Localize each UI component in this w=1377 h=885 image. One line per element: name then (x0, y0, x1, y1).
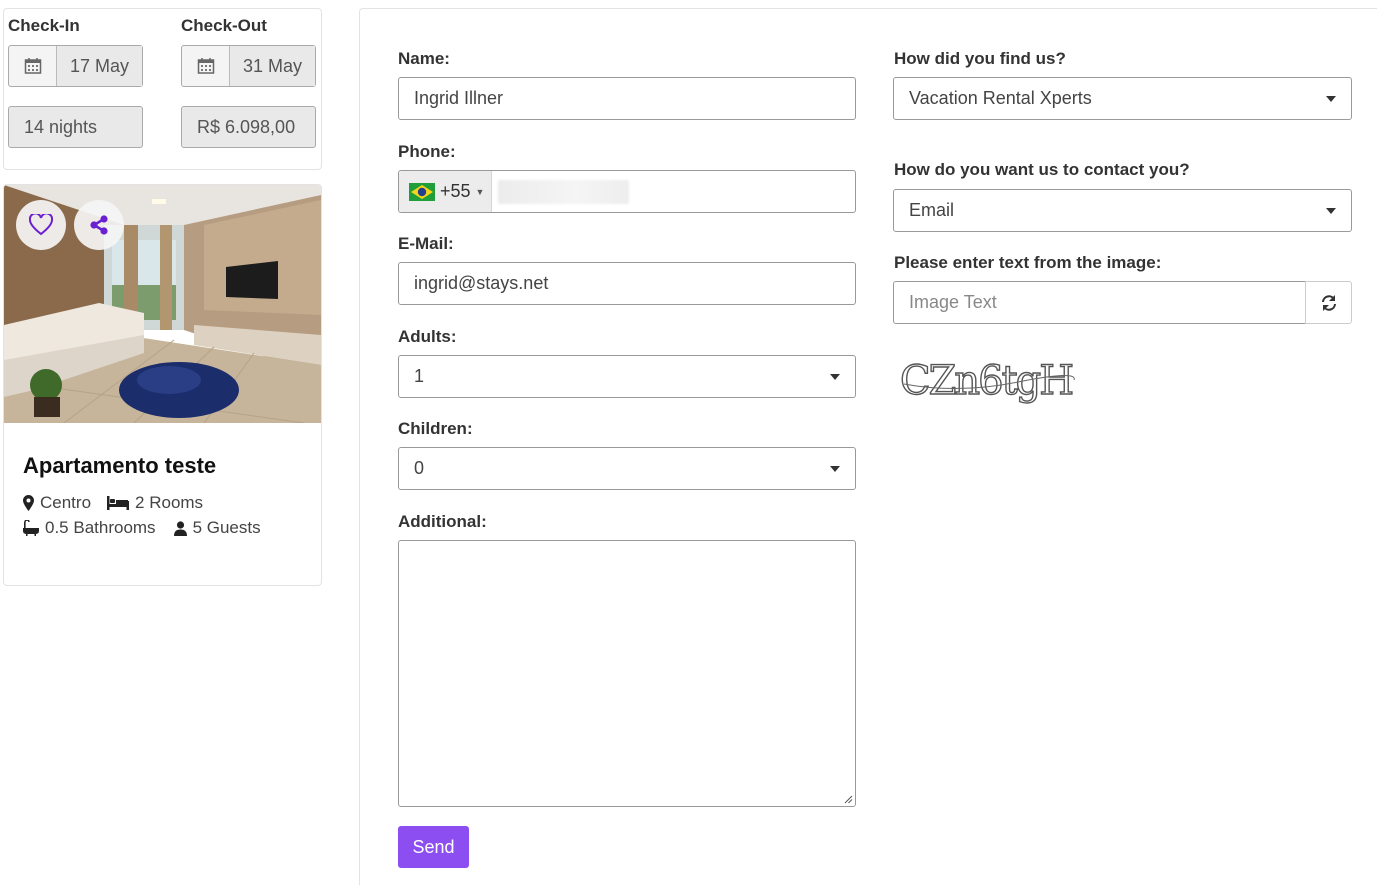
favorite-button[interactable] (16, 200, 66, 250)
property-title: Apartamento teste (23, 453, 217, 478)
property-rooms: 2 Rooms (135, 493, 204, 512)
email-label: E-Mail: (398, 234, 454, 253)
found-us-select[interactable]: Vacation Rental Xperts (893, 77, 1352, 120)
contact-method-value: Email (909, 200, 955, 220)
property-guests: 5 Guests (192, 518, 261, 537)
phone-label: Phone: (398, 142, 456, 161)
bed-icon (107, 496, 130, 510)
share-icon (90, 215, 108, 235)
adults-value: 1 (414, 366, 425, 386)
checkin-label: Check-In (8, 16, 80, 35)
adults-select[interactable]: 1 (398, 355, 856, 398)
price-display: R$ 6.098,00 (181, 106, 316, 148)
caret-down-icon (1326, 96, 1336, 102)
children-value: 0 (414, 458, 425, 478)
share-button[interactable] (74, 200, 124, 250)
checkout-date-field[interactable]: 31 May (181, 45, 316, 87)
checkin-date-value: 17 May (57, 46, 142, 86)
bathtub-icon (23, 520, 39, 536)
captcha-label: Please enter text from the image: (894, 253, 1162, 272)
country-code-select[interactable]: +55 ▼ (399, 171, 492, 212)
adults-label: Adults: (398, 327, 457, 346)
caret-down-icon (1326, 208, 1336, 214)
name-input[interactable]: Ingrid Illner (398, 77, 856, 120)
children-select[interactable]: 0 (398, 447, 856, 490)
found-us-label: How did you find us? (894, 49, 1066, 68)
children-label: Children: (398, 419, 473, 438)
caret-down-icon: ▼ (475, 186, 485, 197)
found-us-value: Vacation Rental Xperts (909, 88, 1092, 108)
country-code: +55 (440, 181, 471, 201)
caret-down-icon (830, 466, 840, 472)
checkin-date-field[interactable]: 17 May (8, 45, 143, 87)
property-amenities-row-2: 0.5 Bathrooms 5 Guests (23, 518, 261, 538)
property-card[interactable]: Apartamento teste Centro 2 Rooms 0.5 Bat… (3, 184, 322, 586)
phone-number-redacted (498, 180, 629, 204)
captcha-text: CZn6tgH (900, 358, 1072, 404)
property-bathrooms: 0.5 Bathrooms (45, 518, 156, 537)
nights-display: 14 nights (8, 106, 143, 148)
calendar-icon (9, 46, 57, 86)
phone-input[interactable]: +55 ▼ (398, 170, 856, 213)
refresh-icon (1321, 294, 1336, 311)
property-amenities-row-1: Centro 2 Rooms (23, 493, 203, 513)
send-button[interactable]: Send (398, 826, 469, 868)
resize-handle-icon[interactable] (843, 794, 853, 804)
map-marker-icon (23, 495, 34, 511)
checkout-label: Check-Out (181, 16, 267, 35)
heart-icon (29, 214, 53, 236)
captcha-refresh-button[interactable] (1305, 281, 1352, 324)
caret-down-icon (830, 374, 840, 380)
property-photo[interactable] (4, 185, 321, 423)
additional-label: Additional: (398, 512, 487, 531)
captcha-image: CZn6tgH (898, 354, 1078, 408)
user-icon (173, 520, 187, 536)
contact-method-select[interactable]: Email (893, 189, 1352, 232)
additional-textarea[interactable] (398, 540, 856, 807)
contact-method-label: How do you want us to contact you? (894, 160, 1190, 179)
brazil-flag-icon (409, 182, 435, 201)
name-label: Name: (398, 49, 450, 68)
booking-summary: Check-In Check-Out 17 May 31 May 14 nigh… (3, 8, 322, 170)
calendar-icon (182, 46, 230, 86)
property-location: Centro (40, 493, 92, 512)
checkout-date-value: 31 May (230, 46, 315, 86)
captcha-input[interactable]: Image Text (893, 281, 1306, 324)
email-input[interactable]: ingrid@stays.net (398, 262, 856, 305)
